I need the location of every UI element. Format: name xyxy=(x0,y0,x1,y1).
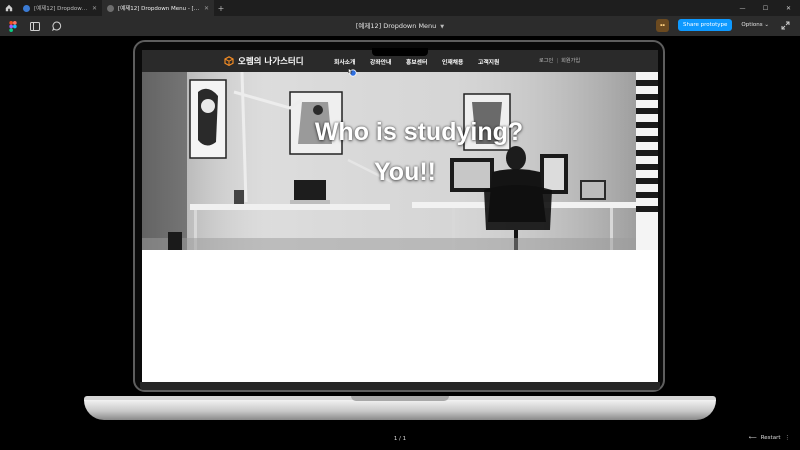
nav-item-support[interactable]: 고객지원 xyxy=(478,57,514,66)
laptop-base xyxy=(84,400,716,420)
hero-subheading: You!! xyxy=(373,158,436,186)
chevron-down-icon: ▼ xyxy=(440,24,445,30)
prototype-icon xyxy=(107,4,114,12)
new-tab-button[interactable]: + xyxy=(214,0,228,16)
share-prototype-button[interactable]: Share prototype xyxy=(677,19,733,31)
hero-heading: Who is studying? xyxy=(314,118,524,146)
nav-item-pr[interactable]: 홍보센터 xyxy=(406,57,442,66)
tab-label: [예제12] Dropdown Menu xyxy=(34,6,88,12)
figma-file-icon xyxy=(23,4,30,12)
login-link[interactable]: 로그인 xyxy=(539,58,553,64)
site-logo[interactable]: 오렘의 나가스터디 xyxy=(224,55,304,67)
prototype-toolbar: [예제12] Dropdown Menu ▼ ▪▪ Share prototype… xyxy=(0,16,800,36)
avatar[interactable]: ▪▪ xyxy=(655,18,669,32)
close-tab-icon[interactable]: ✕ xyxy=(92,5,97,12)
nav-item-courses[interactable]: 강좌안내 xyxy=(370,57,406,66)
close-window-button[interactable]: ✕ xyxy=(777,0,800,16)
minimize-button[interactable]: — xyxy=(731,0,754,16)
browser-tab-active[interactable]: [예제12] Dropdown Menu - [예제12] Dropdown..… xyxy=(102,0,214,16)
main-nav: 회사소개 강좌안내 홍보센터 인재채용 고객지원 xyxy=(334,57,514,66)
util-separator: | xyxy=(556,58,559,64)
laptop-thumb-notch xyxy=(351,396,449,401)
more-icon[interactable]: ⋮ xyxy=(785,435,791,441)
home-icon[interactable] xyxy=(0,0,18,16)
browser-tab-bar: [예제12] Dropdown Menu ✕ [예제12] Dropdown M… xyxy=(0,0,800,16)
toolbar-right-group: ▪▪ Share prototype Options ⌄ xyxy=(655,18,792,32)
restart-button[interactable]: ⟵ Restart ⋮ xyxy=(749,435,790,441)
window-controls: — ☐ ✕ xyxy=(731,0,800,16)
nav-item-careers[interactable]: 인재채용 xyxy=(442,57,478,66)
join-link[interactable]: 회원가입 xyxy=(561,58,580,64)
prototype-canvas: 오렘의 나가스터디 회사소개 강좌안내 홍보센터 인재채용 고객지원 로그인 | 회… xyxy=(0,36,800,450)
tab-label: [예제12] Dropdown Menu - [예제12] Dropdown..… xyxy=(118,6,200,12)
close-tab-icon[interactable]: ✕ xyxy=(204,5,209,12)
restart-icon: ⟵ xyxy=(748,435,757,441)
chevron-down-icon: ⌄ xyxy=(764,22,769,28)
cursor-icon xyxy=(348,62,357,77)
options-menu[interactable]: Options ⌄ xyxy=(741,22,769,28)
options-label: Options xyxy=(741,22,763,28)
logo-text: 오렘의 나가스터디 xyxy=(238,57,304,67)
hero-banner: Who is studying? You!! xyxy=(142,72,658,250)
file-title-text: [예제12] Dropdown Menu xyxy=(355,22,437,30)
laptop-bezel-bottom xyxy=(140,382,660,390)
browser-tab[interactable]: [예제12] Dropdown Menu ✕ xyxy=(18,0,102,16)
cube-logo-icon xyxy=(224,56,234,66)
page-indicator: 1 / 1 xyxy=(393,436,407,442)
camera-notch xyxy=(372,48,428,56)
maximize-button[interactable]: ☐ xyxy=(754,0,777,16)
laptop-screen: 오렘의 나가스터디 회사소개 강좌안내 홍보센터 인재채용 고객지원 로그인 | 회… xyxy=(142,50,658,382)
restart-label: Restart xyxy=(760,435,781,441)
fullscreen-icon[interactable] xyxy=(778,18,792,32)
util-links: 로그인 | 회원가입 xyxy=(539,57,580,64)
